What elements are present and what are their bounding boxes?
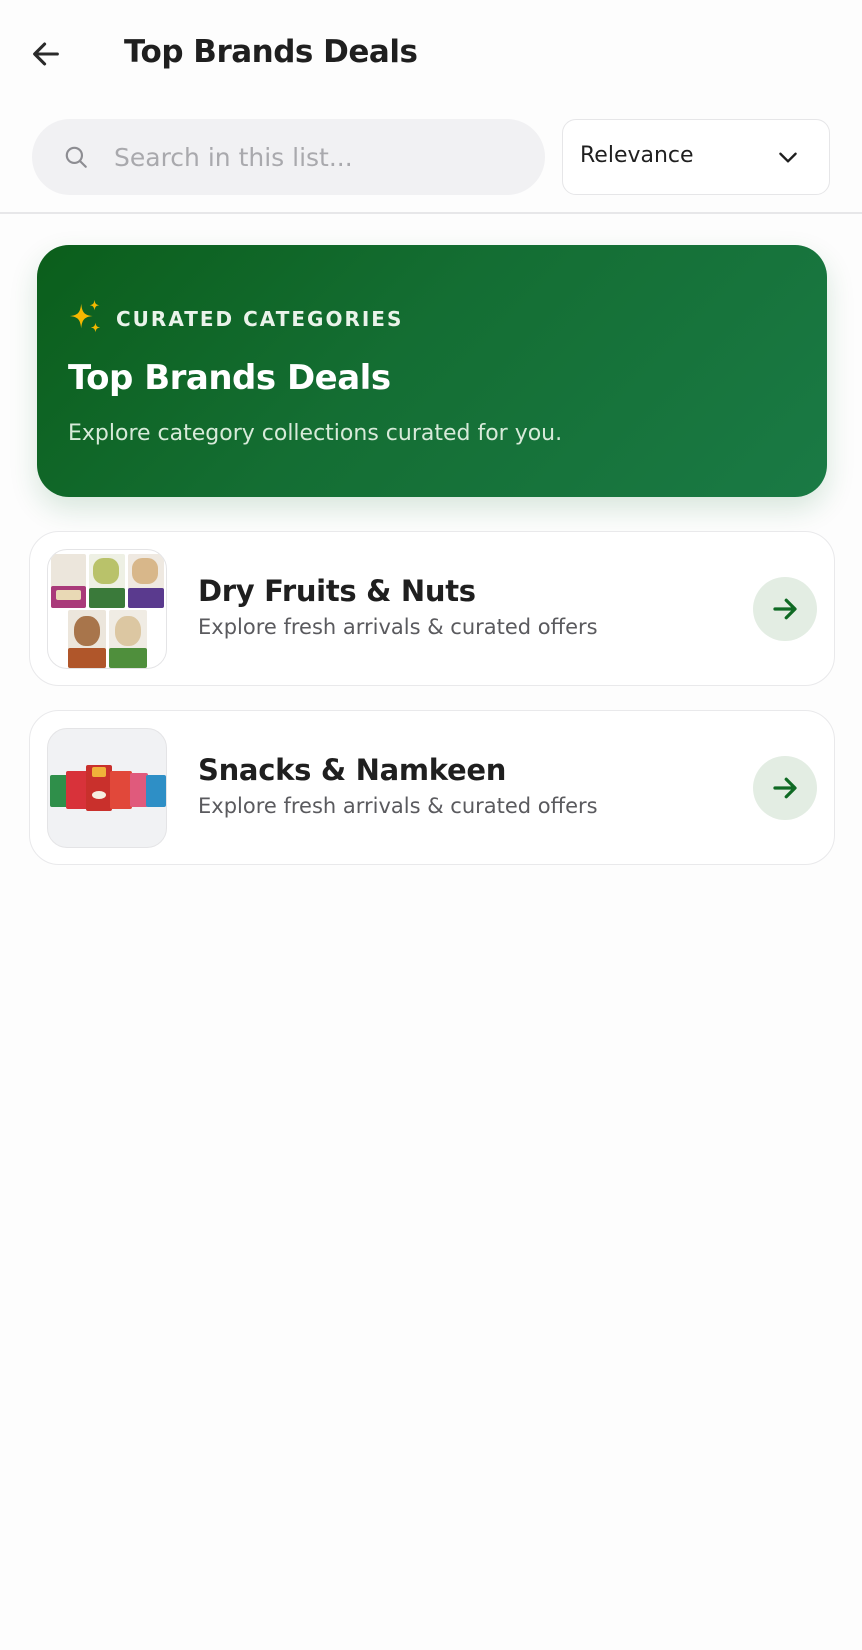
sort-selected-value: Relevance	[580, 143, 694, 168]
header-divider	[0, 212, 862, 214]
category-title: Snacks & Namkeen	[198, 753, 507, 787]
page-title: Top Brands Deals	[124, 34, 418, 70]
chevron-down-icon	[779, 152, 797, 163]
open-category-button[interactable]	[753, 577, 817, 641]
category-title: Dry Fruits & Nuts	[198, 574, 476, 608]
banner-title: Top Brands Deals	[68, 358, 391, 398]
back-button[interactable]	[22, 30, 70, 78]
arrow-right-icon	[773, 777, 797, 799]
category-subtitle: Explore fresh arrivals & curated offers	[198, 794, 598, 818]
open-category-button[interactable]	[753, 756, 817, 820]
arrow-right-icon	[773, 598, 797, 620]
category-thumbnail	[47, 549, 167, 669]
app-root: Top Brands Deals Relevance CURATED CATEG…	[0, 0, 862, 1650]
banner-eyebrow: CURATED CATEGORIES	[116, 307, 404, 331]
search-input[interactable]	[114, 119, 524, 195]
sort-dropdown[interactable]: Relevance	[562, 119, 830, 195]
search-bar[interactable]	[32, 119, 545, 195]
sparkle-icon	[69, 299, 101, 333]
arrow-left-icon	[33, 42, 59, 66]
category-subtitle: Explore fresh arrivals & curated offers	[198, 615, 598, 639]
search-icon	[65, 146, 87, 168]
category-card-snacks[interactable]: Snacks & Namkeen Explore fresh arrivals …	[29, 710, 835, 865]
curated-banner: CURATED CATEGORIES Top Brands Deals Expl…	[37, 245, 827, 497]
banner-subtitle: Explore category collections curated for…	[68, 421, 563, 446]
header: Top Brands Deals	[0, 0, 862, 110]
category-thumbnail	[47, 728, 167, 848]
category-card-dry-fruits[interactable]: Dry Fruits & Nuts Explore fresh arrivals…	[29, 531, 835, 686]
